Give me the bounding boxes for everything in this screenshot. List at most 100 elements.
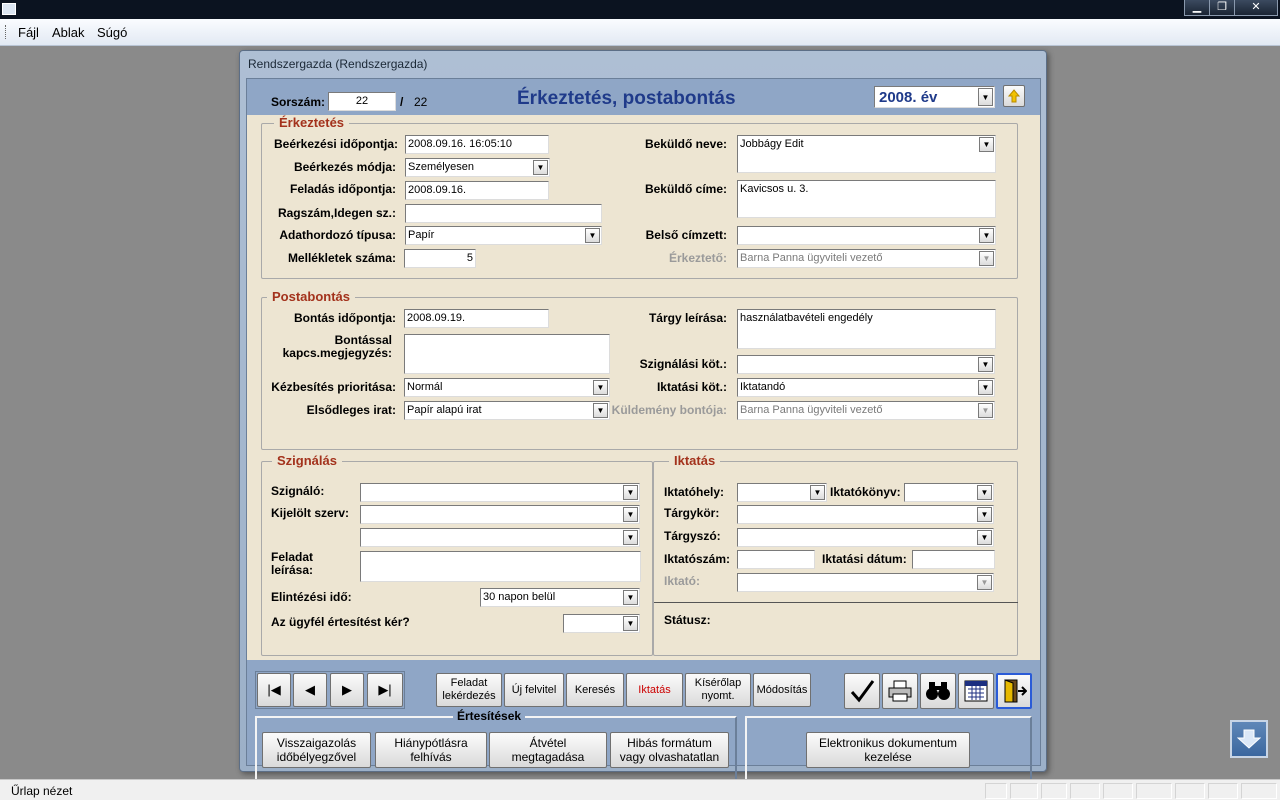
chevron-down-icon[interactable]: ▼ (977, 530, 992, 545)
minimize-button[interactable]: ▁ (1184, 0, 1210, 16)
calendar-icon (964, 680, 988, 702)
search-button[interactable]: Keresés (566, 673, 624, 707)
mode-select[interactable]: Személyesen ▼ (405, 158, 550, 177)
chevron-down-icon[interactable]: ▼ (593, 380, 608, 395)
confirm-timestamp-button[interactable]: Visszaigazolás időbélyegzővel (262, 732, 371, 768)
last-record-button[interactable]: ▶| (367, 673, 403, 707)
edoc-button[interactable]: Elektronikus dokumentum kezelése (806, 732, 970, 768)
posted-label: Feladás időpontja: (289, 182, 396, 196)
bad-format-button[interactable]: Hibás formátum vagy olvashatatlan (610, 732, 729, 768)
primary-doc-label: Elsődleges irat: (306, 403, 396, 417)
chevron-down-icon[interactable]: ▼ (810, 485, 825, 500)
chevron-down-icon[interactable]: ▼ (623, 616, 638, 631)
task-query-button[interactable]: Feladat lekérdezés (436, 673, 502, 707)
exit-button[interactable] (996, 673, 1032, 709)
chevron-down-icon[interactable]: ▼ (623, 507, 638, 522)
priority-select[interactable]: Normál ▼ (404, 378, 610, 397)
filing-legend: Iktatás (669, 453, 721, 468)
menu-window[interactable]: Ablak (52, 25, 85, 40)
signer-select[interactable]: ▼ (360, 483, 640, 502)
notify-select[interactable]: ▼ (563, 614, 640, 633)
cover-sheet-button[interactable]: Kísérőlap nyomt. (685, 673, 751, 707)
attachments-field[interactable]: 5 (404, 249, 476, 268)
modify-button[interactable]: Módosítás (753, 673, 811, 707)
task-desc-field[interactable] (360, 551, 641, 582)
keyword-label: Tárgyszó: (664, 529, 721, 543)
record-separator: / (400, 95, 404, 109)
sender-name-field[interactable]: Jobbágy Edit ▼ (737, 135, 996, 173)
chevron-down-icon[interactable]: ▼ (977, 507, 992, 522)
deadline-select[interactable]: 30 napon belül ▼ (480, 588, 640, 607)
chevron-down-icon[interactable]: ▼ (623, 530, 638, 545)
subject-field[interactable]: használatbavételi engedély (737, 309, 996, 349)
chevron-down-icon[interactable]: ▼ (978, 357, 993, 372)
chevron-down-icon[interactable]: ▼ (978, 380, 993, 395)
open-date-field[interactable]: 2008.09.19. (404, 309, 549, 328)
filing-date-label: Iktatási dátum: (822, 552, 907, 566)
year-select[interactable]: 2008. év ▼ (874, 86, 995, 108)
task-desc-label-line2: leírása: (271, 563, 314, 577)
medium-select[interactable]: Papír ▼ (405, 226, 602, 245)
keyword-select[interactable]: ▼ (737, 528, 994, 547)
new-record-button[interactable]: Új felvitel (504, 673, 564, 707)
org-select[interactable]: ▼ (360, 505, 640, 524)
calendar-button[interactable] (958, 673, 994, 709)
scroll-down-button[interactable] (1230, 720, 1268, 758)
internal-recipient-select[interactable]: ▼ (737, 226, 996, 245)
binoculars-icon (926, 682, 950, 700)
chevron-down-icon[interactable]: ▼ (585, 228, 600, 243)
chevron-down-icon[interactable]: ▼ (979, 137, 994, 152)
menu-file[interactable]: Fájl (18, 25, 39, 40)
record-current-field[interactable]: 22 (328, 92, 396, 111)
registrar-select: Barna Panna ügyviteli vezető ▼ (737, 249, 996, 268)
missing-docs-button[interactable]: Hiánypótlásra felhívás (375, 732, 487, 768)
sign-required-select[interactable]: ▼ (737, 355, 995, 374)
chevron-down-icon[interactable]: ▼ (533, 160, 548, 175)
chevron-down-icon: ▼ (978, 403, 993, 418)
posted-field[interactable]: 2008.09.16. (405, 181, 549, 200)
next-record-button[interactable]: ▶ (330, 673, 364, 707)
topic-select[interactable]: ▼ (737, 505, 994, 524)
arrow-up-icon (1008, 89, 1020, 103)
page-title: Érkeztetés, postabontás (517, 88, 736, 109)
filing-place-label: Iktatóhely: (664, 485, 725, 499)
sender-name-label: Beküldő neve: (644, 137, 727, 151)
filing-number-field[interactable] (737, 550, 815, 569)
sender-address-field[interactable]: Kavicsos u. 3. (737, 180, 996, 218)
close-button[interactable]: ✕ (1234, 0, 1278, 16)
chevron-down-icon[interactable]: ▼ (977, 485, 992, 500)
org-sub-select[interactable]: ▼ (360, 528, 640, 547)
menu-help[interactable]: Súgó (97, 25, 127, 40)
chevron-down-icon: ▼ (977, 575, 992, 590)
filing-date-field[interactable] (912, 550, 995, 569)
confirm-button[interactable] (844, 673, 880, 709)
app-icon[interactable] (2, 3, 16, 15)
notify-label: Az ügyfél értesítést kér? (271, 615, 410, 629)
chevron-down-icon[interactable]: ▼ (593, 403, 608, 418)
first-record-button[interactable]: |◀ (257, 673, 291, 707)
status-text: Űrlap nézet (11, 784, 73, 798)
chevron-down-icon[interactable]: ▼ (623, 590, 638, 605)
year-up-button[interactable] (1003, 85, 1025, 107)
open-note-field[interactable] (404, 334, 610, 374)
filing-book-select[interactable]: ▼ (904, 483, 994, 502)
chevron-down-icon[interactable]: ▼ (978, 88, 993, 106)
open-note-label: Bontással kapcs.megjegyzés: (274, 334, 392, 360)
print-button[interactable] (882, 673, 918, 709)
received-field[interactable]: 2008.09.16. 16:05:10 (405, 135, 549, 154)
menu-bar: Fájl Ablak Súgó (0, 19, 1280, 46)
chevron-down-icon[interactable]: ▼ (623, 485, 638, 500)
ragszam-field[interactable] (405, 204, 602, 223)
refuse-receipt-button[interactable]: Átvétel megtagadása (489, 732, 607, 768)
clerk-label: Iktató: (664, 574, 700, 588)
printer-icon (888, 680, 912, 702)
filing-button[interactable]: Iktatás (626, 673, 683, 707)
file-required-select[interactable]: Iktatandó ▼ (737, 378, 995, 397)
chevron-down-icon[interactable]: ▼ (979, 228, 994, 243)
registrar-label: Érkeztető: (668, 251, 727, 265)
prev-record-button[interactable]: ◀ (293, 673, 327, 707)
find-button[interactable] (920, 673, 956, 709)
filing-place-select[interactable]: ▼ (737, 483, 827, 502)
primary-doc-select[interactable]: Papír alapú irat ▼ (404, 401, 610, 420)
restore-button[interactable]: ❐ (1209, 0, 1235, 16)
